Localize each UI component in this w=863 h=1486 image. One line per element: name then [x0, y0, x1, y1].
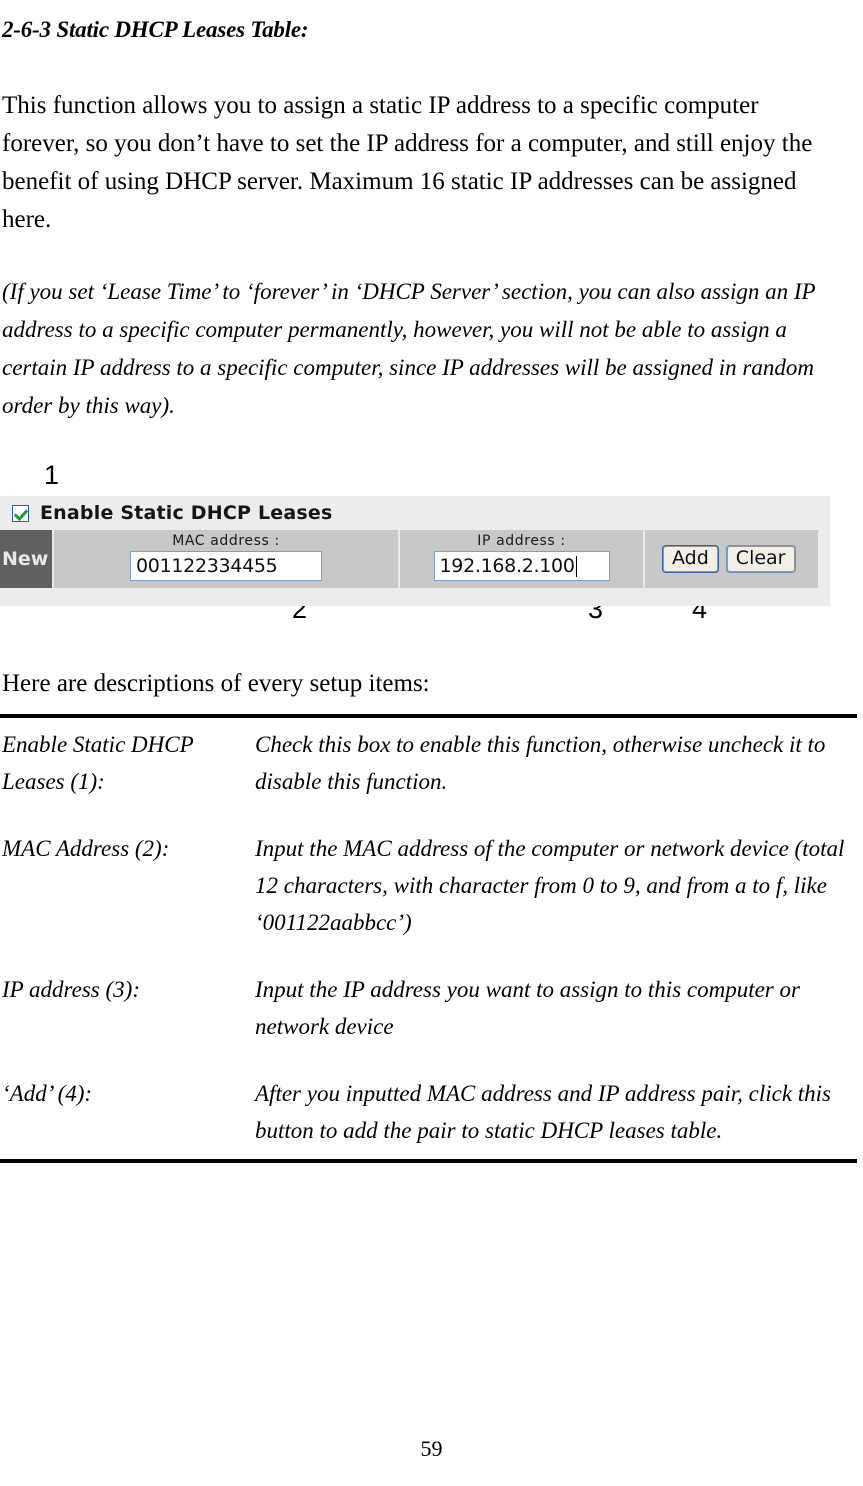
- description-term: IP address (3):: [2, 977, 140, 1002]
- setup-items-description-table: Enable Static DHCP Leases (1): Check thi…: [0, 714, 857, 1163]
- description-definition: Input the MAC address of the computer or…: [255, 836, 845, 935]
- callout-number-1: 1: [44, 460, 60, 490]
- mac-address-value: 001122334455: [136, 555, 278, 577]
- mac-address-cell: MAC address : 001122334455: [52, 530, 398, 588]
- intro-paragraph: This function allows you to assign a sta…: [2, 92, 813, 233]
- text-caret: [575, 555, 577, 577]
- note-paragraph: (If you set ‘Lease Time’ to ‘forever’ in…: [2, 279, 816, 418]
- enable-static-dhcp-leases-row[interactable]: Enable Static DHCP Leases: [0, 496, 830, 530]
- mac-address-label: MAC address :: [172, 533, 280, 549]
- lease-actions-cell: Add Clear: [643, 530, 818, 588]
- static-dhcp-leases-panel: Enable Static DHCP Leases New MAC addres…: [0, 496, 830, 606]
- description-definition: Input the IP address you want to assign …: [255, 977, 800, 1039]
- description-rows: Enable Static DHCP Leases (1): Check thi…: [0, 718, 857, 1159]
- section-heading: 2-6-3 Static DHCP Leases Table:: [2, 17, 309, 43]
- description-row: IP address (3): Input the IP address you…: [0, 971, 857, 1045]
- description-definition: Check this box to enable this function, …: [255, 732, 826, 794]
- new-row-label: New: [0, 530, 52, 588]
- ip-address-value: 192.168.2.100: [439, 555, 575, 577]
- ip-address-input[interactable]: 192.168.2.100: [433, 551, 610, 581]
- description-row: ‘Add’ (4): After you inputted MAC addres…: [0, 1075, 857, 1149]
- ip-address-label: IP address :: [477, 533, 566, 549]
- descriptions-lead-line: Here are descriptions of every setup ite…: [2, 670, 430, 697]
- clear-button[interactable]: Clear: [726, 545, 795, 573]
- description-row: Enable Static DHCP Leases (1): Check thi…: [0, 726, 857, 800]
- ip-address-cell: IP address : 192.168.2.100: [398, 530, 643, 588]
- description-term: Enable Static DHCP Leases (1):: [2, 732, 194, 794]
- page-number: 59: [420, 1436, 443, 1461]
- document-page: 2-6-3 Static DHCP Leases Table: This fun…: [0, 0, 863, 1486]
- table-bottom-rule: [0, 1159, 857, 1163]
- enable-static-dhcp-leases-label: Enable Static DHCP Leases: [40, 502, 333, 524]
- description-definition: After you inputted MAC address and IP ad…: [255, 1081, 832, 1143]
- description-term: ‘Add’ (4):: [2, 1081, 93, 1106]
- new-lease-row: New MAC address : 001122334455 IP addres…: [0, 530, 818, 588]
- mac-address-input[interactable]: 001122334455: [130, 551, 322, 581]
- add-button[interactable]: Add: [663, 545, 718, 573]
- description-row: MAC Address (2): Input the MAC address o…: [0, 830, 857, 941]
- description-term: MAC Address (2):: [2, 836, 170, 861]
- checked-checkbox-icon[interactable]: [12, 504, 29, 522]
